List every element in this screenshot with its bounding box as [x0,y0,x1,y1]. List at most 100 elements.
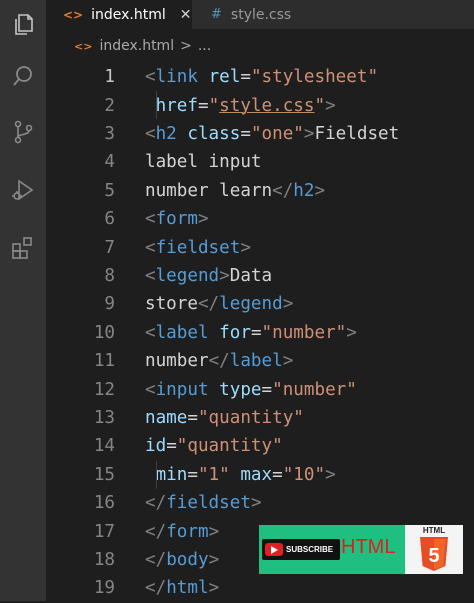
code-token: "stylesheet" [250,67,379,88]
code-token: number [145,351,209,372]
source-control-icon[interactable] [5,114,41,150]
code-line[interactable]: 11 number</label> [46,347,474,375]
code-line[interactable]: 16 </fieldset> [46,489,474,517]
search-icon[interactable] [5,58,41,94]
code-token: < [145,123,156,144]
html5-badge: HTML 5 [405,525,463,574]
run-debug-icon[interactable] [5,172,41,208]
code-token: "quantity" [197,407,304,428]
code-token: label [155,322,209,343]
subscribe-button[interactable]: SUBSCRIBE [262,539,340,560]
code-token: store [145,294,198,315]
code-text[interactable]: number</label> [145,351,293,371]
code-token: > [282,351,294,372]
html5-label: HTML [422,526,446,535]
extensions-icon[interactable] [5,230,41,266]
code-text[interactable]: href="style.css"> [145,96,336,116]
code-text[interactable]: store</legend> [145,294,293,314]
code-token: > [325,464,336,485]
line-number: 14 [93,436,115,457]
code-line[interactable]: 12 <input type="number" [46,375,474,403]
code-editor[interactable]: 1 <link rel="stylesheet" 2 href="style.css… [46,63,474,601]
code-text[interactable]: number learn</h2> [145,181,325,201]
code-text[interactable]: <legend>Data [145,266,272,286]
code-text[interactable]: <h2 class="one">Fieldset [145,124,399,144]
code-line[interactable]: 8 <legend>Data [46,262,474,290]
code-token: = [250,322,262,343]
code-token: = [187,464,198,485]
code-line[interactable]: 7 <fieldset> [46,233,474,261]
code-text[interactable]: <link rel="stylesheet" [145,67,378,87]
html-file-icon: <> [74,39,93,53]
explorer-icon[interactable] [5,6,41,42]
code-text[interactable]: <input type="number" [145,380,357,400]
code-line[interactable]: 19 </html> [46,574,474,602]
code-token: = [240,123,251,144]
code-line[interactable]: 13 name="quantity" [46,404,474,432]
code-token: = [197,95,209,116]
code-token: < [145,265,156,286]
tab-index-html[interactable]: <> index.html ✕ [46,0,192,29]
code-line[interactable]: 5 number learn</h2> [46,177,474,205]
code-text[interactable]: </html> [145,578,219,598]
code-token: > [240,237,251,258]
line-number: 7 [104,237,115,258]
code-token: form [155,209,198,230]
subscribe-banner: SUBSCRIBE HTML HTML 5 [259,525,463,574]
breadcrumb-more[interactable]: ... [198,38,211,54]
code-token: Fieldset [314,123,400,144]
code-token: </ [208,351,230,372]
code-token: " [314,95,326,116]
close-icon[interactable]: ✕ [180,7,192,23]
code-text[interactable]: </body> [145,550,219,570]
code-text[interactable]: <fieldset> [145,238,251,258]
line-number: 4 [104,152,115,173]
code-line[interactable]: 2 href="style.css"> [46,91,474,119]
code-text[interactable]: <label for="number"> [145,323,357,343]
activity-bar [0,0,46,601]
code-token: rel [208,67,241,88]
code-line[interactable]: 1 <link rel="stylesheet" [46,63,474,91]
code-token: "10" [282,464,326,485]
code-line[interactable]: 14 id="quantity" [46,432,474,460]
code-line[interactable]: 10 <label for="number"> [46,319,474,347]
code-text[interactable]: min="1" max="10"> [145,465,336,485]
code-token: < [145,237,156,258]
code-text[interactable]: </form> [145,522,219,542]
code-token: "quantity" [176,436,283,457]
line-number: 19 [93,578,115,599]
code-token: h2 [155,123,177,144]
code-text[interactable]: label input [145,152,262,172]
code-token: legend [155,265,220,286]
breadcrumb-separator: > [180,38,192,54]
code-line[interactable]: 9 store</legend> [46,290,474,318]
code-token: </ [197,294,220,315]
code-text[interactable]: id="quantity" [145,436,283,456]
html5-number: 5 [428,545,439,567]
code-text[interactable]: </fieldset> [145,493,262,513]
code-token: for [219,322,251,343]
breadcrumb-file[interactable]: index.html [99,38,174,54]
line-number: 18 [93,549,115,570]
code-line[interactable]: 3 <h2 class="one">Fieldset [46,120,474,148]
html-file-icon: <> [63,7,84,22]
tab-style-css[interactable]: # style.css [192,0,474,29]
code-token: link [155,67,198,88]
code-token: > [219,265,230,286]
code-text[interactable]: <form> [145,209,209,229]
code-line[interactable]: 15 min="1" max="10"> [46,461,474,489]
code-token: > [197,209,209,230]
code-line[interactable]: 4 label input [46,148,474,176]
code-line[interactable]: 6 <form> [46,205,474,233]
code-token: > [314,180,326,201]
code-token: = [166,436,177,457]
code-token: min [155,464,188,485]
code-token: form [166,521,209,542]
play-icon [265,543,283,556]
code-token: </ [272,180,294,201]
code-token: input [155,379,209,400]
code-text[interactable]: name="quantity" [145,408,304,428]
code-token: </ [145,578,167,599]
